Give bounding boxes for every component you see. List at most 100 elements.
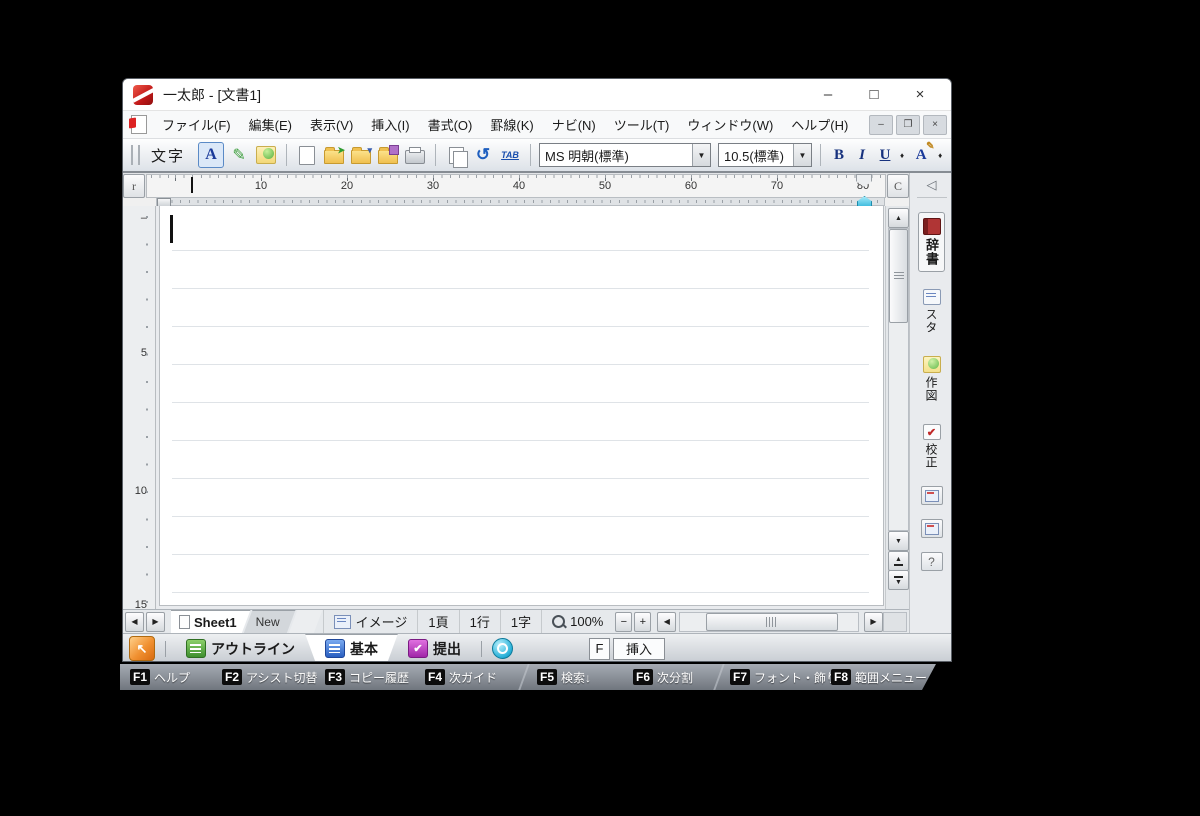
sidebar-collapse-button[interactable]: ◁ — [916, 173, 947, 198]
close-button[interactable]: × — [897, 80, 943, 110]
tab-button[interactable]: TAB — [498, 143, 522, 167]
print-button[interactable] — [403, 143, 427, 167]
margin-slider-strip[interactable] — [156, 196, 885, 208]
menu-item-format[interactable]: 書式(O) — [419, 111, 482, 138]
minimize-button[interactable]: – — [805, 80, 851, 110]
sidebar-item-style[interactable]: スタ — [920, 284, 944, 339]
char-palette-button[interactable]: A — [198, 142, 225, 168]
scroll-down-button[interactable]: ▼ — [888, 531, 909, 551]
menu-item-window[interactable]: ウィンドウ(W) — [678, 111, 782, 138]
fkey-f4[interactable]: F4 次ガイド — [425, 664, 497, 690]
zoom-in-button[interactable]: + — [634, 611, 652, 632]
vertical-scroll-track[interactable] — [888, 228, 909, 531]
zoom-out-button[interactable]: − — [615, 611, 633, 632]
horizontal-ruler[interactable]: 10 20 30 40 50 60 70 80 — [146, 174, 886, 198]
toolbar-grip[interactable] — [131, 145, 140, 165]
previous-page-button[interactable]: ▲ — [888, 551, 909, 571]
sheet-prev-button[interactable]: ◀ — [125, 611, 144, 632]
sidebar-item-dictionary[interactable]: 辞書 — [918, 212, 945, 272]
doc-minimize-button[interactable]: – — [869, 114, 893, 135]
underline-dropdown[interactable]: ♦ — [900, 151, 904, 160]
scroll-right-button[interactable]: ▶ — [864, 611, 883, 632]
document-page[interactable] — [159, 206, 884, 606]
fkey-f7[interactable]: F7 フォント・飾り — [730, 664, 838, 690]
insert-mode-button[interactable]: 挿入 — [613, 637, 665, 660]
ruler-right-button[interactable]: C — [887, 174, 909, 198]
open-recent-button[interactable]: ▾ — [349, 143, 373, 167]
help-icon: ? — [928, 554, 935, 569]
view-mode-cell[interactable]: イメージ — [322, 609, 418, 634]
palette-label: 文字 — [151, 147, 186, 165]
underline-button[interactable]: U — [875, 147, 895, 164]
undo-button[interactable]: ↺ — [471, 143, 495, 167]
sheet-tab-new[interactable]: New — [244, 610, 296, 634]
sidebar-panel-button-1[interactable] — [920, 486, 943, 505]
toolbar-separator — [286, 144, 288, 166]
knowledge-sidebar: ◁ 辞書 スタ 作図 ✔ 校正 ? — [909, 173, 951, 633]
horizontal-scroll-thumb[interactable] — [706, 612, 839, 631]
vertical-scroll-thumb[interactable] — [889, 229, 908, 323]
font-name-select[interactable]: MS 明朝(標準) ▼ — [539, 143, 712, 167]
copy-format-button[interactable] — [444, 143, 468, 168]
ruler-number: 20 — [340, 180, 354, 192]
menu-item-insert[interactable]: 挿入(I) — [362, 111, 418, 138]
tab-submit[interactable]: ✔ 提出 — [398, 634, 471, 662]
horizontal-scroll-track[interactable] — [679, 611, 859, 632]
menu-item-file[interactable]: ファイル(F) — [153, 111, 240, 138]
doc-close-button[interactable]: × — [923, 114, 947, 135]
sheet-next-button[interactable]: ▶ — [146, 611, 165, 632]
insert-palette-button[interactable] — [254, 143, 278, 167]
sidebar-help-button[interactable]: ? — [920, 552, 943, 571]
maximize-button[interactable]: □ — [851, 80, 897, 110]
dictionary-icon — [922, 218, 941, 235]
tab-outline[interactable]: アウトライン — [176, 634, 305, 662]
fkey-f3[interactable]: F3 コピー履歴 — [325, 664, 409, 690]
menu-item-border[interactable]: 罫線(K) — [481, 111, 542, 138]
open-button[interactable]: ➤ — [322, 143, 346, 167]
menu-item-navi[interactable]: ナビ(N) — [543, 111, 605, 138]
zoom-cell[interactable]: 100% — [541, 609, 613, 634]
scroll-up-button[interactable]: ▲ — [888, 208, 909, 228]
decoration-dropdown[interactable]: ♦ — [938, 151, 942, 160]
fkey-f8[interactable]: F8 範囲メニュー — [831, 664, 927, 690]
doc-restore-button[interactable]: ❐ — [896, 114, 920, 135]
new-document-button[interactable] — [295, 143, 319, 167]
menu-item-edit[interactable]: 編集(E) — [240, 111, 301, 138]
magnifier-icon — [552, 615, 566, 628]
sidebar-item-proofread[interactable]: ✔ 校正 — [920, 419, 944, 474]
esc-menu-button[interactable]: ↖ — [129, 636, 155, 661]
image-view-icon — [333, 614, 351, 629]
font-size-select[interactable]: 10.5(標準) ▼ — [718, 143, 813, 167]
search-icon[interactable] — [492, 638, 513, 659]
fkey-f6[interactable]: F6 次分割 — [633, 664, 693, 690]
italic-button[interactable]: I — [852, 147, 872, 164]
menu-item-view[interactable]: 表示(V) — [301, 111, 362, 138]
menu-item-tools[interactable]: ツール(T) — [605, 111, 679, 138]
insert-mode-key[interactable]: F — [589, 637, 610, 660]
save-button[interactable] — [376, 143, 400, 167]
sheet-tab-active[interactable]: Sheet1 — [171, 610, 251, 634]
page-up-icon: ▲ — [895, 555, 902, 563]
divider — [165, 640, 166, 657]
tab-basic[interactable]: 基本 — [305, 634, 398, 663]
menu-item-help[interactable]: ヘルプ(H) — [782, 111, 857, 138]
sheet-tabs: Sheet1 New — [171, 610, 323, 634]
sidebar-panel-button-2[interactable] — [920, 519, 943, 538]
chevron-down-icon[interactable]: ▼ — [793, 144, 812, 166]
next-page-button[interactable]: ▼ — [888, 570, 909, 590]
draw-palette-button[interactable]: ✎ — [227, 143, 251, 167]
chevron-down-icon[interactable]: ▼ — [692, 144, 711, 166]
fkey-f5[interactable]: F5 検索↓ — [537, 664, 591, 690]
ruler-left-button[interactable]: r — [123, 174, 145, 198]
scroll-left-button[interactable]: ◀ — [657, 611, 677, 632]
vertical-ruler[interactable]: – 5 10 15 — [123, 206, 156, 609]
font-decoration-button[interactable]: A — [909, 141, 935, 167]
style-panel-icon — [922, 289, 941, 305]
vertical-scrollbar[interactable]: ▲ ▼ ▲ ▼ — [885, 206, 909, 609]
bold-button[interactable]: B — [829, 147, 849, 164]
fkey-f2[interactable]: F2 アシスト切替 — [222, 664, 318, 690]
title-bar[interactable]: 一太郎 - [文書1] – □ × — [123, 79, 951, 111]
open-folder-icon: ➤ — [324, 145, 345, 164]
sidebar-item-drawing[interactable]: 作図 — [920, 351, 944, 407]
fkey-f1[interactable]: F1 ヘルプ — [130, 664, 190, 690]
